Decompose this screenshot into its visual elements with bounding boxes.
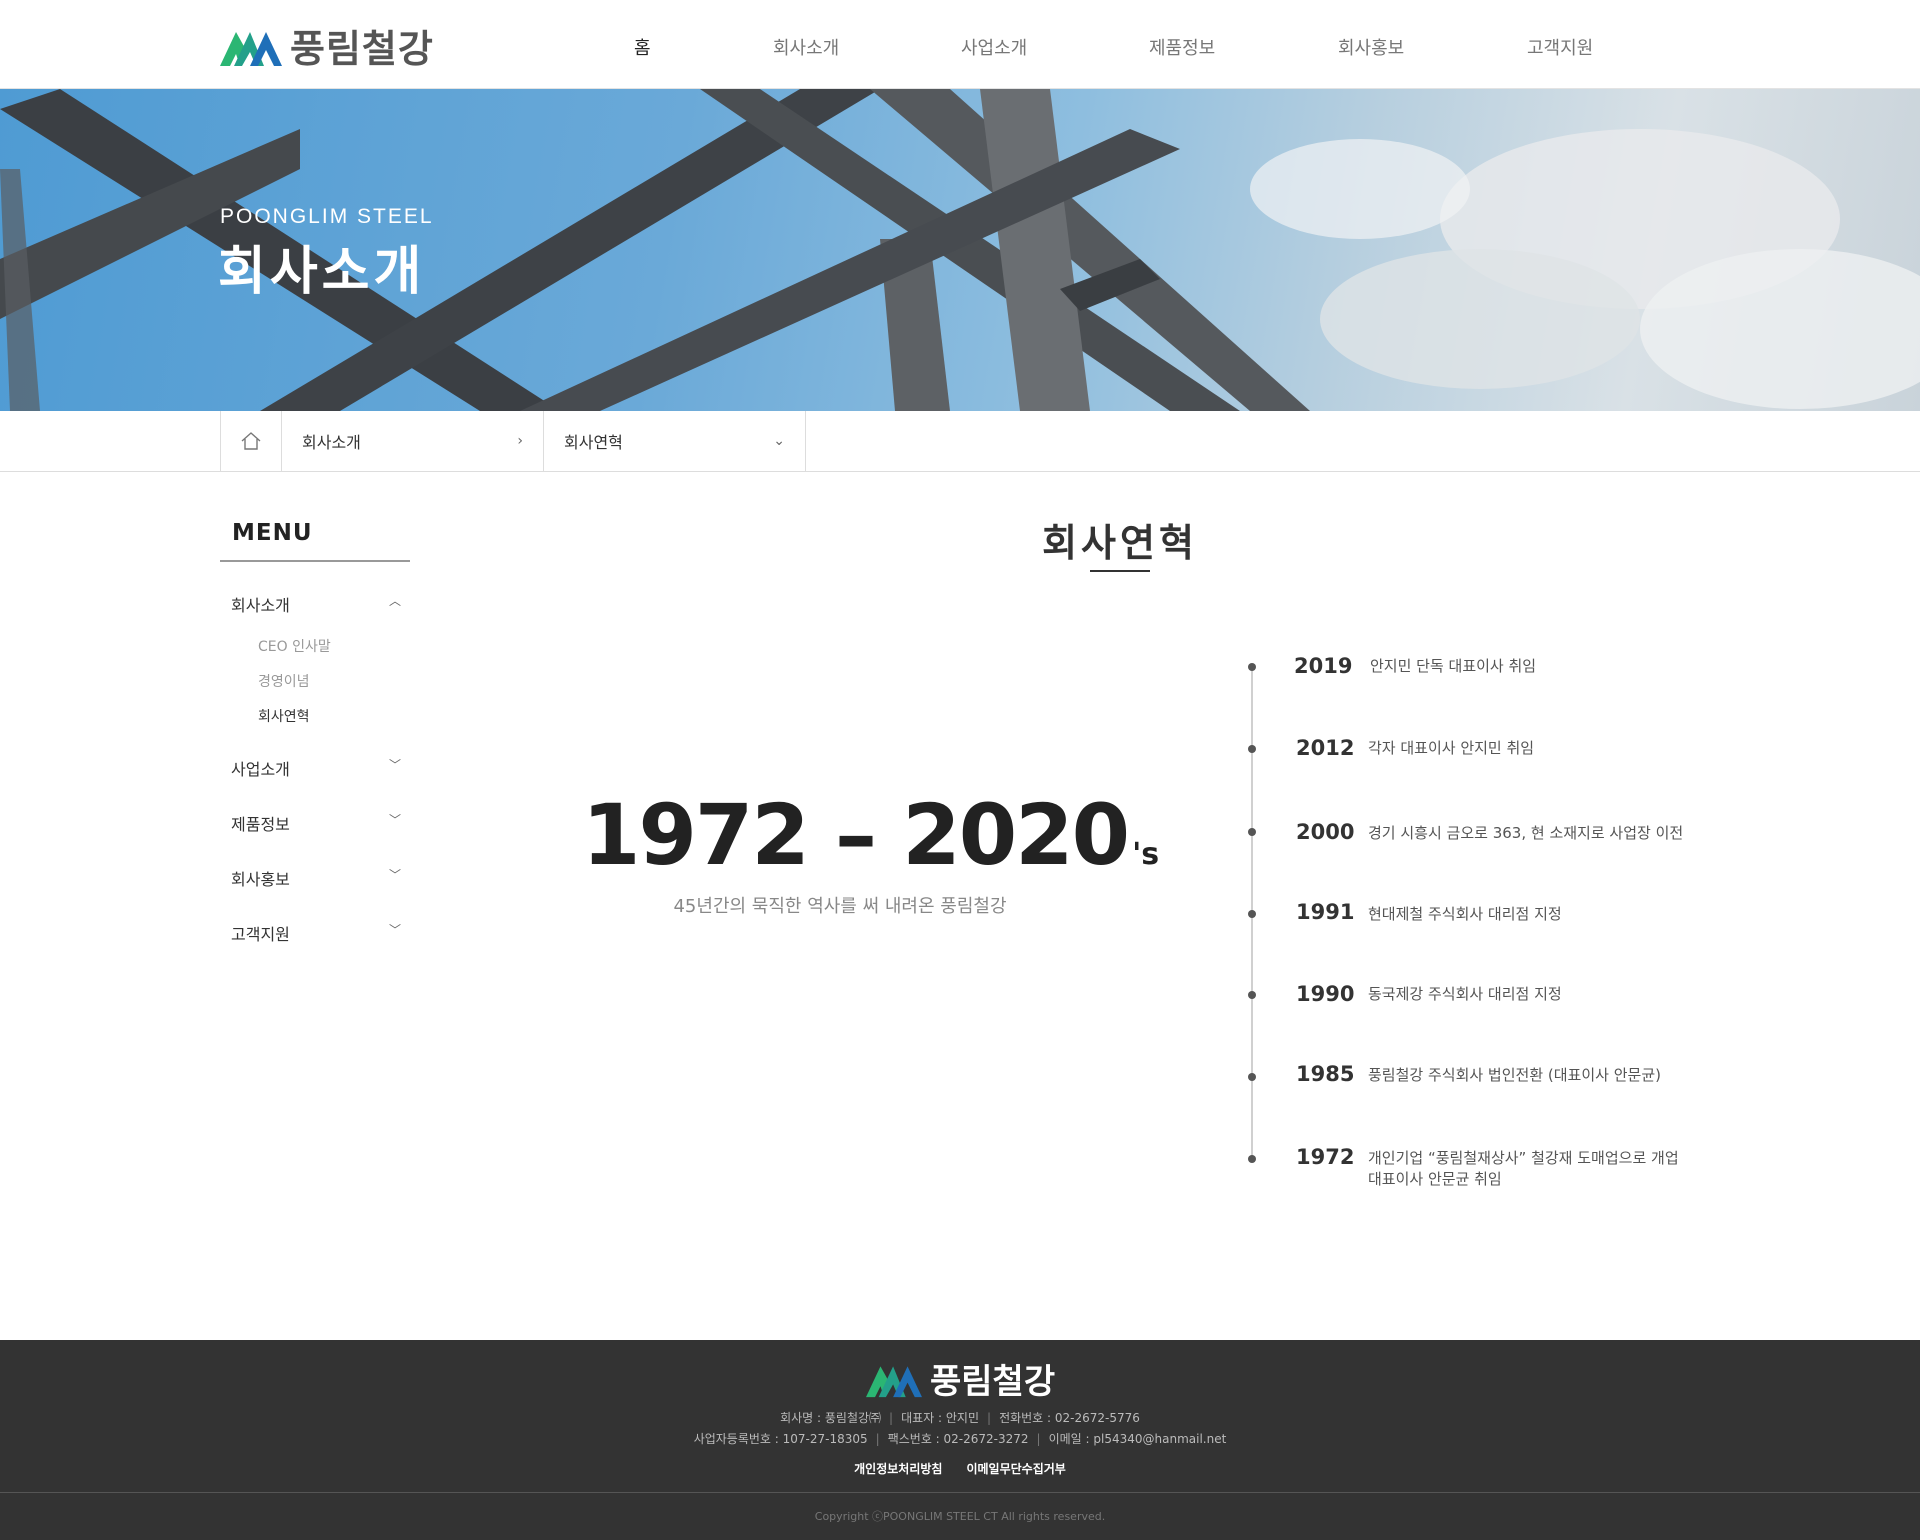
sidebar-item-label: 사업소개 [231, 760, 290, 779]
nav-company[interactable]: 회사소개 [773, 34, 839, 60]
timeline-year: 2000 [1296, 820, 1355, 844]
footer-ceo: 대표자 : 안지민 [901, 1411, 980, 1425]
timeline-dot [1248, 745, 1256, 753]
timeline-year: 1972 [1296, 1145, 1355, 1169]
hero-subtitle: POONGLIM STEEL [220, 205, 434, 228]
sidebar-sub-ceo[interactable]: CEO 인사말 [258, 636, 331, 656]
hero-banner: POONGLIM STEEL 회사소개 [0, 89, 1920, 411]
breadcrumb-level1-dropdown[interactable]: 회사소개 › [282, 411, 544, 471]
history-range-suffix: 's [1132, 837, 1160, 872]
timeline-text: 현대제철 주식회사 대리점 지정 [1368, 905, 1562, 923]
timeline-text-line2: 대표이사 안문균 취임 [1368, 1170, 1502, 1188]
logo-mark-icon [866, 1365, 922, 1397]
sidebar-item-label: 고객지원 [231, 925, 290, 944]
timeline-dot [1248, 991, 1256, 999]
timeline-text: 안지민 단독 대표이사 취임 [1370, 657, 1537, 675]
chevron-down-icon: ﹀ [388, 758, 401, 772]
sidebar-item-products[interactable]: 제품정보 ﹀ [231, 811, 401, 835]
breadcrumb-level2-dropdown[interactable]: 회사연혁 ⌄ [544, 411, 806, 471]
timeline-text-line1: 개인기업 “풍림철재상사” 철강재 도매업으로 개업 [1368, 1149, 1679, 1167]
timeline-text: 동국제강 주식회사 대리점 지정 [1368, 985, 1562, 1003]
sidebar-item-label: 회사홍보 [231, 870, 290, 889]
timeline-dot [1248, 663, 1256, 671]
timeline-text: 각자 대표이사 안지민 취임 [1368, 739, 1535, 757]
home-icon [241, 432, 261, 450]
footer-info-line1: 회사명 : 풍림철강㈜ | 대표자 : 안지민 | 전화번호 : 02-2672-577… [780, 1411, 1140, 1425]
privacy-policy-link[interactable]: 개인정보처리방침 [854, 1462, 942, 1476]
footer-logo-text: 풍림철강 [930, 1362, 1056, 1402]
timeline-text: 풍림철강 주식회사 법인전환 (대표이사 안문균) [1368, 1066, 1661, 1084]
logo-mark-icon [220, 31, 282, 66]
footer-divider [0, 1492, 1920, 1493]
email-refusal-link[interactable]: 이메일무단수집거부 [966, 1462, 1065, 1476]
sidebar-item-support[interactable]: 고객지원 ﹀ [231, 921, 401, 945]
footer-info-line2: 사업자등록번호 : 107-27-18305 | 팩스번호 : 02-2672-32… [693, 1432, 1227, 1446]
timeline-dot [1248, 1073, 1256, 1081]
site-header: 풍림철강 홈 회사소개 사업소개 제품정보 회사홍보 고객지원 [0, 0, 1920, 89]
history-range-text: 1972 – 2020 [582, 786, 1130, 884]
chevron-up-icon: ︿ [388, 594, 401, 608]
sidebar-item-business[interactable]: 사업소개 ﹀ [231, 756, 401, 780]
chevron-right-icon: › [517, 433, 523, 449]
sidebar-item-pr[interactable]: 회사홍보 ﹀ [231, 866, 401, 890]
timeline-text: 개인기업 “풍림철재상사” 철강재 도매업으로 개업 대표이사 안문균 취임 [1368, 1148, 1679, 1190]
nav-business[interactable]: 사업소개 [961, 34, 1027, 60]
footer-bizno: 사업자등록번호 : 107-27-18305 [693, 1432, 868, 1446]
timeline-year: 1991 [1296, 900, 1355, 924]
timeline-year: 1985 [1296, 1062, 1355, 1086]
footer-fax: 팩스번호 : 02-2672-3272 [887, 1432, 1029, 1446]
timeline-dot [1248, 828, 1256, 836]
nav-home[interactable]: 홈 [634, 34, 651, 60]
sidebar-item-company[interactable]: 회사소개 ︿ [231, 592, 401, 616]
timeline-year: 2019 [1294, 654, 1353, 678]
footer-phone: 전화번호 : 02-2672-5776 [999, 1411, 1140, 1425]
footer-logo: 풍림철강 [866, 1354, 1055, 1403]
nav-products[interactable]: 제품정보 [1149, 34, 1215, 60]
chevron-down-icon: ⌄ [773, 433, 785, 449]
page-title: 회사연혁 [1042, 521, 1198, 565]
timeline-dot [1248, 910, 1256, 918]
nav-pr[interactable]: 회사홍보 [1338, 34, 1404, 60]
chevron-down-icon: ﹀ [388, 868, 401, 882]
breadcrumb: 회사소개 › 회사연혁 ⌄ [0, 411, 1920, 472]
sidebar-item-label: 회사소개 [231, 596, 290, 615]
nav-support[interactable]: 고객지원 [1527, 34, 1593, 60]
footer-links: 개인정보처리방침 이메일무단수집거부 [0, 1460, 1920, 1477]
home-button[interactable] [220, 411, 282, 471]
timeline-year: 1990 [1296, 982, 1355, 1006]
logo-text: 풍림철강 [290, 27, 434, 71]
title-underline [1090, 570, 1150, 572]
breadcrumb-level1-label: 회사소개 [302, 433, 361, 452]
breadcrumb-level2-label: 회사연혁 [564, 433, 623, 452]
chevron-down-icon: ﹀ [388, 923, 401, 937]
sidebar-sub-philosophy[interactable]: 경영이념 [258, 671, 310, 691]
hero-title: 회사소개 [218, 242, 426, 302]
sidebar-sub-history[interactable]: 회사연혁 [258, 706, 310, 726]
footer-copyright: Copyright ⓒPOONGLIM STEEL CT All rights … [814, 1510, 1106, 1523]
footer-company: 회사명 : 풍림철강㈜ [780, 1411, 882, 1425]
logo[interactable]: 풍림철강 [220, 18, 434, 73]
history-range: 1972 – 2020's [582, 786, 1159, 884]
footer-email: 이메일 : pl54340@hanmail.net [1048, 1432, 1227, 1446]
chevron-down-icon: ﹀ [388, 813, 401, 827]
timeline-text: 경기 시흥시 금오로 363, 현 소재지로 사업장 이전 [1368, 824, 1684, 842]
sidebar-item-label: 제품정보 [231, 815, 290, 834]
timeline-dot [1248, 1155, 1256, 1163]
timeline-year: 2012 [1296, 736, 1355, 760]
